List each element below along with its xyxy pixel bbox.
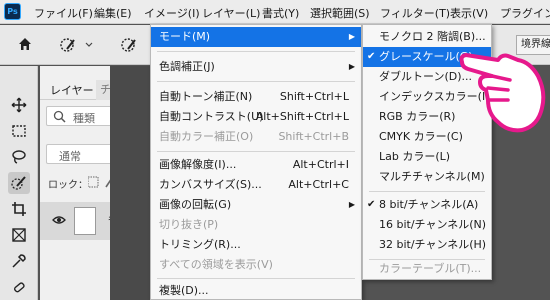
- menu-item-label: 自動コントラスト(U): [159, 110, 264, 123]
- menu-item-label: 画像解像度(I)...: [159, 158, 237, 171]
- menu-item-reveal-all: すべての領域を表示(V): [151, 255, 361, 275]
- menu-separator: [157, 278, 355, 279]
- checkmark-icon: ✔: [367, 51, 376, 62]
- menu-plugins[interactable]: プラグイン: [500, 5, 550, 21]
- submenu-item-multichannel[interactable]: マルチチャンネル(M): [363, 167, 491, 187]
- menu-separator: [157, 81, 355, 82]
- search-icon: [53, 110, 66, 123]
- menu-type[interactable]: 書式(Y): [262, 5, 299, 21]
- lasso-icon[interactable]: [8, 146, 30, 168]
- menu-item-mode[interactable]: モード(M) ▶: [151, 27, 361, 47]
- menu-item-label: トリミング(R)...: [159, 238, 241, 251]
- frame-icon[interactable]: [8, 224, 30, 246]
- submenu-arrow-icon: ▶: [348, 200, 355, 209]
- layer-thumbnail: [74, 207, 96, 235]
- menu-item-shortcut: Alt+Shift+Ctrl+L: [255, 110, 349, 123]
- image-menu-dropdown: モード(M) ▶ 色調補正(J) ▶ 自動トーン補正(N) Shift+Ctrl…: [150, 24, 362, 300]
- menu-select[interactable]: 選択範囲(S): [310, 5, 370, 21]
- menu-image[interactable]: イメージ(I): [144, 5, 200, 21]
- menu-item-label: 複製(D)...: [159, 284, 209, 297]
- canvas-area[interactable]: [110, 66, 150, 300]
- menu-item-auto-color: 自動カラー補正(O) Shift+Ctrl+B: [151, 127, 361, 147]
- photoshop-logo: Ps: [4, 3, 21, 20]
- brush-preset-picker-icon[interactable]: [58, 37, 96, 53]
- marquee-icon[interactable]: [8, 120, 30, 142]
- submenu-item-color-table: カラーテーブル(T)...: [363, 259, 491, 279]
- menu-item-label: 色調補正(J): [159, 60, 215, 73]
- menu-separator: [369, 191, 485, 192]
- quick-selection-icon[interactable]: [8, 172, 30, 194]
- pointing-hand-icon: [459, 53, 546, 133]
- lock-label: ロック：: [48, 180, 88, 191]
- brush-mode-icon[interactable]: [120, 37, 138, 53]
- menu-item-label: 切り抜き(P): [159, 218, 219, 231]
- menu-item-duplicate[interactable]: 複製(D)...: [151, 281, 361, 300]
- checkmark-icon: ✔: [367, 199, 376, 210]
- menu-item-shortcut: Alt+Ctrl+I: [292, 158, 349, 171]
- menu-file[interactable]: ファイル(F): [34, 5, 93, 21]
- move-icon[interactable]: [8, 94, 30, 116]
- submenu-item-16bit[interactable]: 16 bit/チャンネル(N): [363, 215, 491, 235]
- menu-item-shortcut: Shift+Ctrl+B: [278, 130, 349, 143]
- eyedropper-icon[interactable]: [8, 250, 30, 272]
- healing-brush-icon[interactable]: [8, 276, 30, 298]
- menu-item-trim[interactable]: トリミング(R)...: [151, 235, 361, 255]
- submenu-arrow-icon: ▶: [348, 32, 355, 41]
- menu-item-auto-contrast[interactable]: 自動コントラスト(U) Alt+Shift+Ctrl+L: [151, 107, 361, 127]
- crop-icon[interactable]: [8, 198, 30, 220]
- menu-item-image-rotation[interactable]: 画像の回転(G) ▶: [151, 195, 361, 215]
- tab-layers[interactable]: レイヤー: [50, 82, 94, 98]
- menu-item-shortcut: Alt+Ctrl+C: [288, 178, 349, 191]
- menu-item-image-size[interactable]: 画像解像度(I)... Alt+Ctrl+I: [151, 155, 361, 175]
- menu-filter[interactable]: フィルター(T): [380, 5, 450, 21]
- menu-item-canvas-size[interactable]: カンバスサイズ(S)... Alt+Ctrl+C: [151, 175, 361, 195]
- menu-item-label: 自動トーン補正(N): [159, 90, 253, 103]
- menu-edit[interactable]: 編集(E): [94, 5, 132, 21]
- menu-layer[interactable]: レイヤー(L): [202, 5, 260, 21]
- submenu-item-label: カラーテーブル(T)...: [379, 262, 482, 275]
- submenu-item-label: 32 bit/チャンネル(H): [379, 238, 487, 251]
- submenu-item-label: RGB カラー(R): [379, 110, 456, 123]
- submenu-item-label: CMYK カラー(C): [379, 130, 463, 143]
- menu-item-crop: 切り抜き(P): [151, 215, 361, 235]
- menu-item-adjustments[interactable]: 色調補正(J) ▶: [151, 57, 361, 77]
- menu-item-auto-tone[interactable]: 自動トーン補正(N) Shift+Ctrl+L: [151, 87, 361, 107]
- submenu-item-label: Lab カラー(L): [379, 150, 451, 163]
- menu-separator: [157, 51, 355, 52]
- submenu-item-8bit[interactable]: ✔ 8 bit/チャンネル(A): [363, 195, 491, 215]
- menu-view[interactable]: 表示(V): [450, 5, 488, 21]
- home-icon[interactable]: [18, 37, 32, 51]
- layer-filter-kind: 種類: [73, 112, 95, 125]
- menu-item-shortcut: Shift+Ctrl+L: [279, 90, 349, 103]
- tools-panel: [0, 66, 38, 300]
- menu-separator: [157, 151, 355, 152]
- submenu-item-label: マルチチャンネル(M): [379, 170, 485, 183]
- submenu-item-lab[interactable]: Lab カラー(L): [363, 147, 491, 167]
- submenu-arrow-icon: ▶: [348, 62, 355, 71]
- submenu-item-32bit[interactable]: 32 bit/チャンネル(H): [363, 235, 491, 255]
- menu-item-label: すべての領域を表示(V): [159, 258, 273, 271]
- menu-item-label: モード(M): [159, 30, 211, 43]
- submenu-item-label: 16 bit/チャンネル(N): [379, 218, 487, 231]
- menu-item-label: 自動カラー補正(O): [159, 130, 254, 143]
- menu-item-label: カンバスサイズ(S)...: [159, 178, 262, 191]
- menu-item-label: 画像の回転(G): [159, 198, 232, 211]
- submenu-item-label: 8 bit/チャンネル(A): [379, 198, 479, 211]
- eye-icon[interactable]: [52, 215, 66, 225]
- menu-bar: Ps ファイル(F) 編集(E) イメージ(I) レイヤー(L) 書式(Y) 選…: [0, 0, 550, 24]
